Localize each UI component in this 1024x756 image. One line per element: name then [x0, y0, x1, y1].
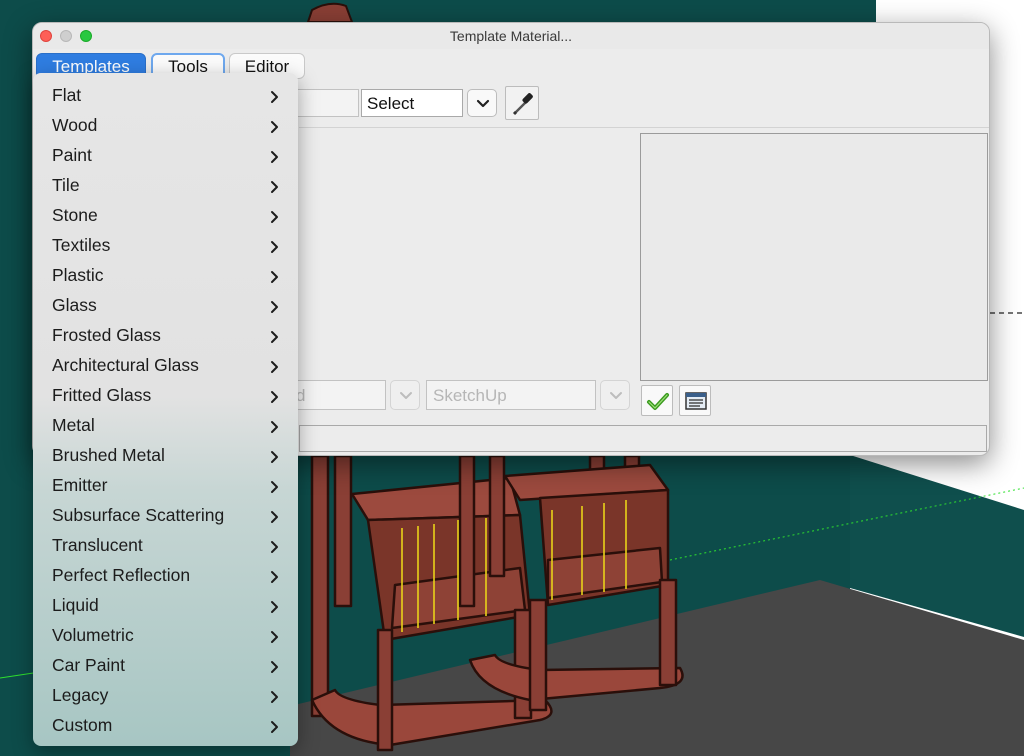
menu-item-label: Metal: [52, 415, 95, 435]
chevron-right-icon: [271, 601, 278, 613]
toolbar-divider: [299, 127, 989, 128]
chevron-right-icon: [271, 181, 278, 193]
menu-item-label: Subsurface Scattering: [52, 505, 225, 525]
library-source-value: SketchUp: [433, 386, 507, 405]
menu-item-label: Emitter: [52, 475, 108, 495]
chevron-right-icon: [271, 121, 278, 133]
window-titlebar[interactable]: Template Material...: [33, 23, 989, 49]
menu-item-label: Wood: [52, 115, 98, 135]
menu-item-stone[interactable]: Stone: [33, 201, 298, 231]
menu-item-label: Legacy: [52, 685, 109, 705]
chevron-right-icon: [271, 721, 278, 733]
menu-item-label: Fritted Glass: [52, 385, 152, 405]
chevron-right-icon: [271, 241, 278, 253]
menu-item-metal[interactable]: Metal: [33, 411, 298, 441]
menu-item-liquid[interactable]: Liquid: [33, 591, 298, 621]
library-source-toggle[interactable]: [600, 380, 630, 410]
menu-item-label: Textiles: [52, 235, 111, 255]
menu-item-car-paint[interactable]: Car Paint: [33, 651, 298, 681]
chevron-right-icon: [271, 481, 278, 493]
material-details-button[interactable]: [679, 385, 711, 416]
chevron-right-icon: [271, 391, 278, 403]
status-bar: [299, 425, 987, 452]
chair-left: [310, 454, 553, 752]
menu-item-architectural-glass[interactable]: Architectural Glass: [33, 351, 298, 381]
eyedropper-button[interactable]: [505, 86, 539, 120]
menu-item-glass[interactable]: Glass: [33, 291, 298, 321]
material-preview: [640, 133, 988, 381]
menu-item-label: Architectural Glass: [52, 355, 199, 375]
menu-item-perfect-reflection[interactable]: Perfect Reflection: [33, 561, 298, 591]
apply-material-button[interactable]: [641, 385, 673, 416]
menu-item-label: Paint: [52, 145, 92, 165]
chevron-down-icon: [400, 392, 412, 399]
menu-item-label: Liquid: [52, 595, 99, 615]
menu-item-label: Flat: [52, 85, 82, 105]
menu-item-label: Custom: [52, 715, 113, 735]
menu-item-label: Stone: [52, 205, 98, 225]
chevron-right-icon: [271, 211, 278, 223]
chevron-right-icon: [271, 361, 278, 373]
material-name-field[interactable]: [293, 89, 359, 117]
chevron-right-icon: [271, 421, 278, 433]
menu-item-label: Frosted Glass: [52, 325, 161, 345]
chevron-right-icon: [271, 331, 278, 343]
chevron-right-icon: [271, 301, 278, 313]
chevron-down-icon: [476, 99, 490, 108]
list-panel-icon: [685, 392, 707, 410]
chevron-right-icon: [271, 571, 278, 583]
chevron-right-icon: [271, 511, 278, 523]
checkmark-icon: [647, 393, 669, 410]
templates-menu: Flat Wood Paint Tile Stone Textiles Plastic Gla…: [33, 73, 298, 746]
library-source-field[interactable]: SketchUp: [426, 380, 596, 410]
menu-item-fritted-glass[interactable]: Fritted Glass: [33, 381, 298, 411]
menu-item-label: Translucent: [52, 535, 143, 555]
menu-item-label: Perfect Reflection: [52, 565, 191, 585]
library-category-toggle[interactable]: [390, 380, 420, 410]
chevron-right-icon: [271, 691, 278, 703]
chevron-right-icon: [271, 661, 278, 673]
menu-item-wood[interactable]: Wood: [33, 111, 298, 141]
menu-item-plastic[interactable]: Plastic: [33, 261, 298, 291]
chevron-right-icon: [271, 631, 278, 643]
chevron-right-icon: [271, 271, 278, 283]
menu-item-textiles[interactable]: Textiles: [33, 231, 298, 261]
select-dropdown-value: Select: [367, 94, 415, 113]
menu-item-subsurface-scattering[interactable]: Subsurface Scattering: [33, 501, 298, 531]
menu-item-custom[interactable]: Custom: [33, 711, 298, 741]
menu-item-frosted-glass[interactable]: Frosted Glass: [33, 321, 298, 351]
chevron-right-icon: [271, 451, 278, 463]
chevron-down-icon: [610, 392, 622, 399]
eyedropper-icon: [512, 93, 533, 116]
menu-item-paint[interactable]: Paint: [33, 141, 298, 171]
menu-item-tile[interactable]: Tile: [33, 171, 298, 201]
select-dropdown[interactable]: Select: [361, 89, 463, 117]
menu-item-legacy[interactable]: Legacy: [33, 681, 298, 711]
menu-item-translucent[interactable]: Translucent: [33, 531, 298, 561]
menu-item-label: Glass: [52, 295, 97, 315]
chevron-right-icon: [271, 151, 278, 163]
menu-item-emitter[interactable]: Emitter: [33, 471, 298, 501]
chevron-right-icon: [271, 541, 278, 553]
menu-item-volumetric[interactable]: Volumetric: [33, 621, 298, 651]
library-category-field[interactable]: d: [293, 380, 386, 410]
window-title: Template Material...: [449, 28, 573, 44]
menu-item-label: Brushed Metal: [52, 445, 165, 465]
menu-item-label: Car Paint: [52, 655, 125, 675]
chevron-right-icon: [271, 91, 278, 103]
menu-item-label: Plastic: [52, 265, 104, 285]
menu-item-label: Tile: [52, 175, 80, 195]
menu-item-label: Volumetric: [52, 625, 134, 645]
select-dropdown-toggle[interactable]: [467, 89, 497, 117]
menu-item-brushed-metal[interactable]: Brushed Metal: [33, 441, 298, 471]
menu-item-flat[interactable]: Flat: [33, 81, 298, 111]
